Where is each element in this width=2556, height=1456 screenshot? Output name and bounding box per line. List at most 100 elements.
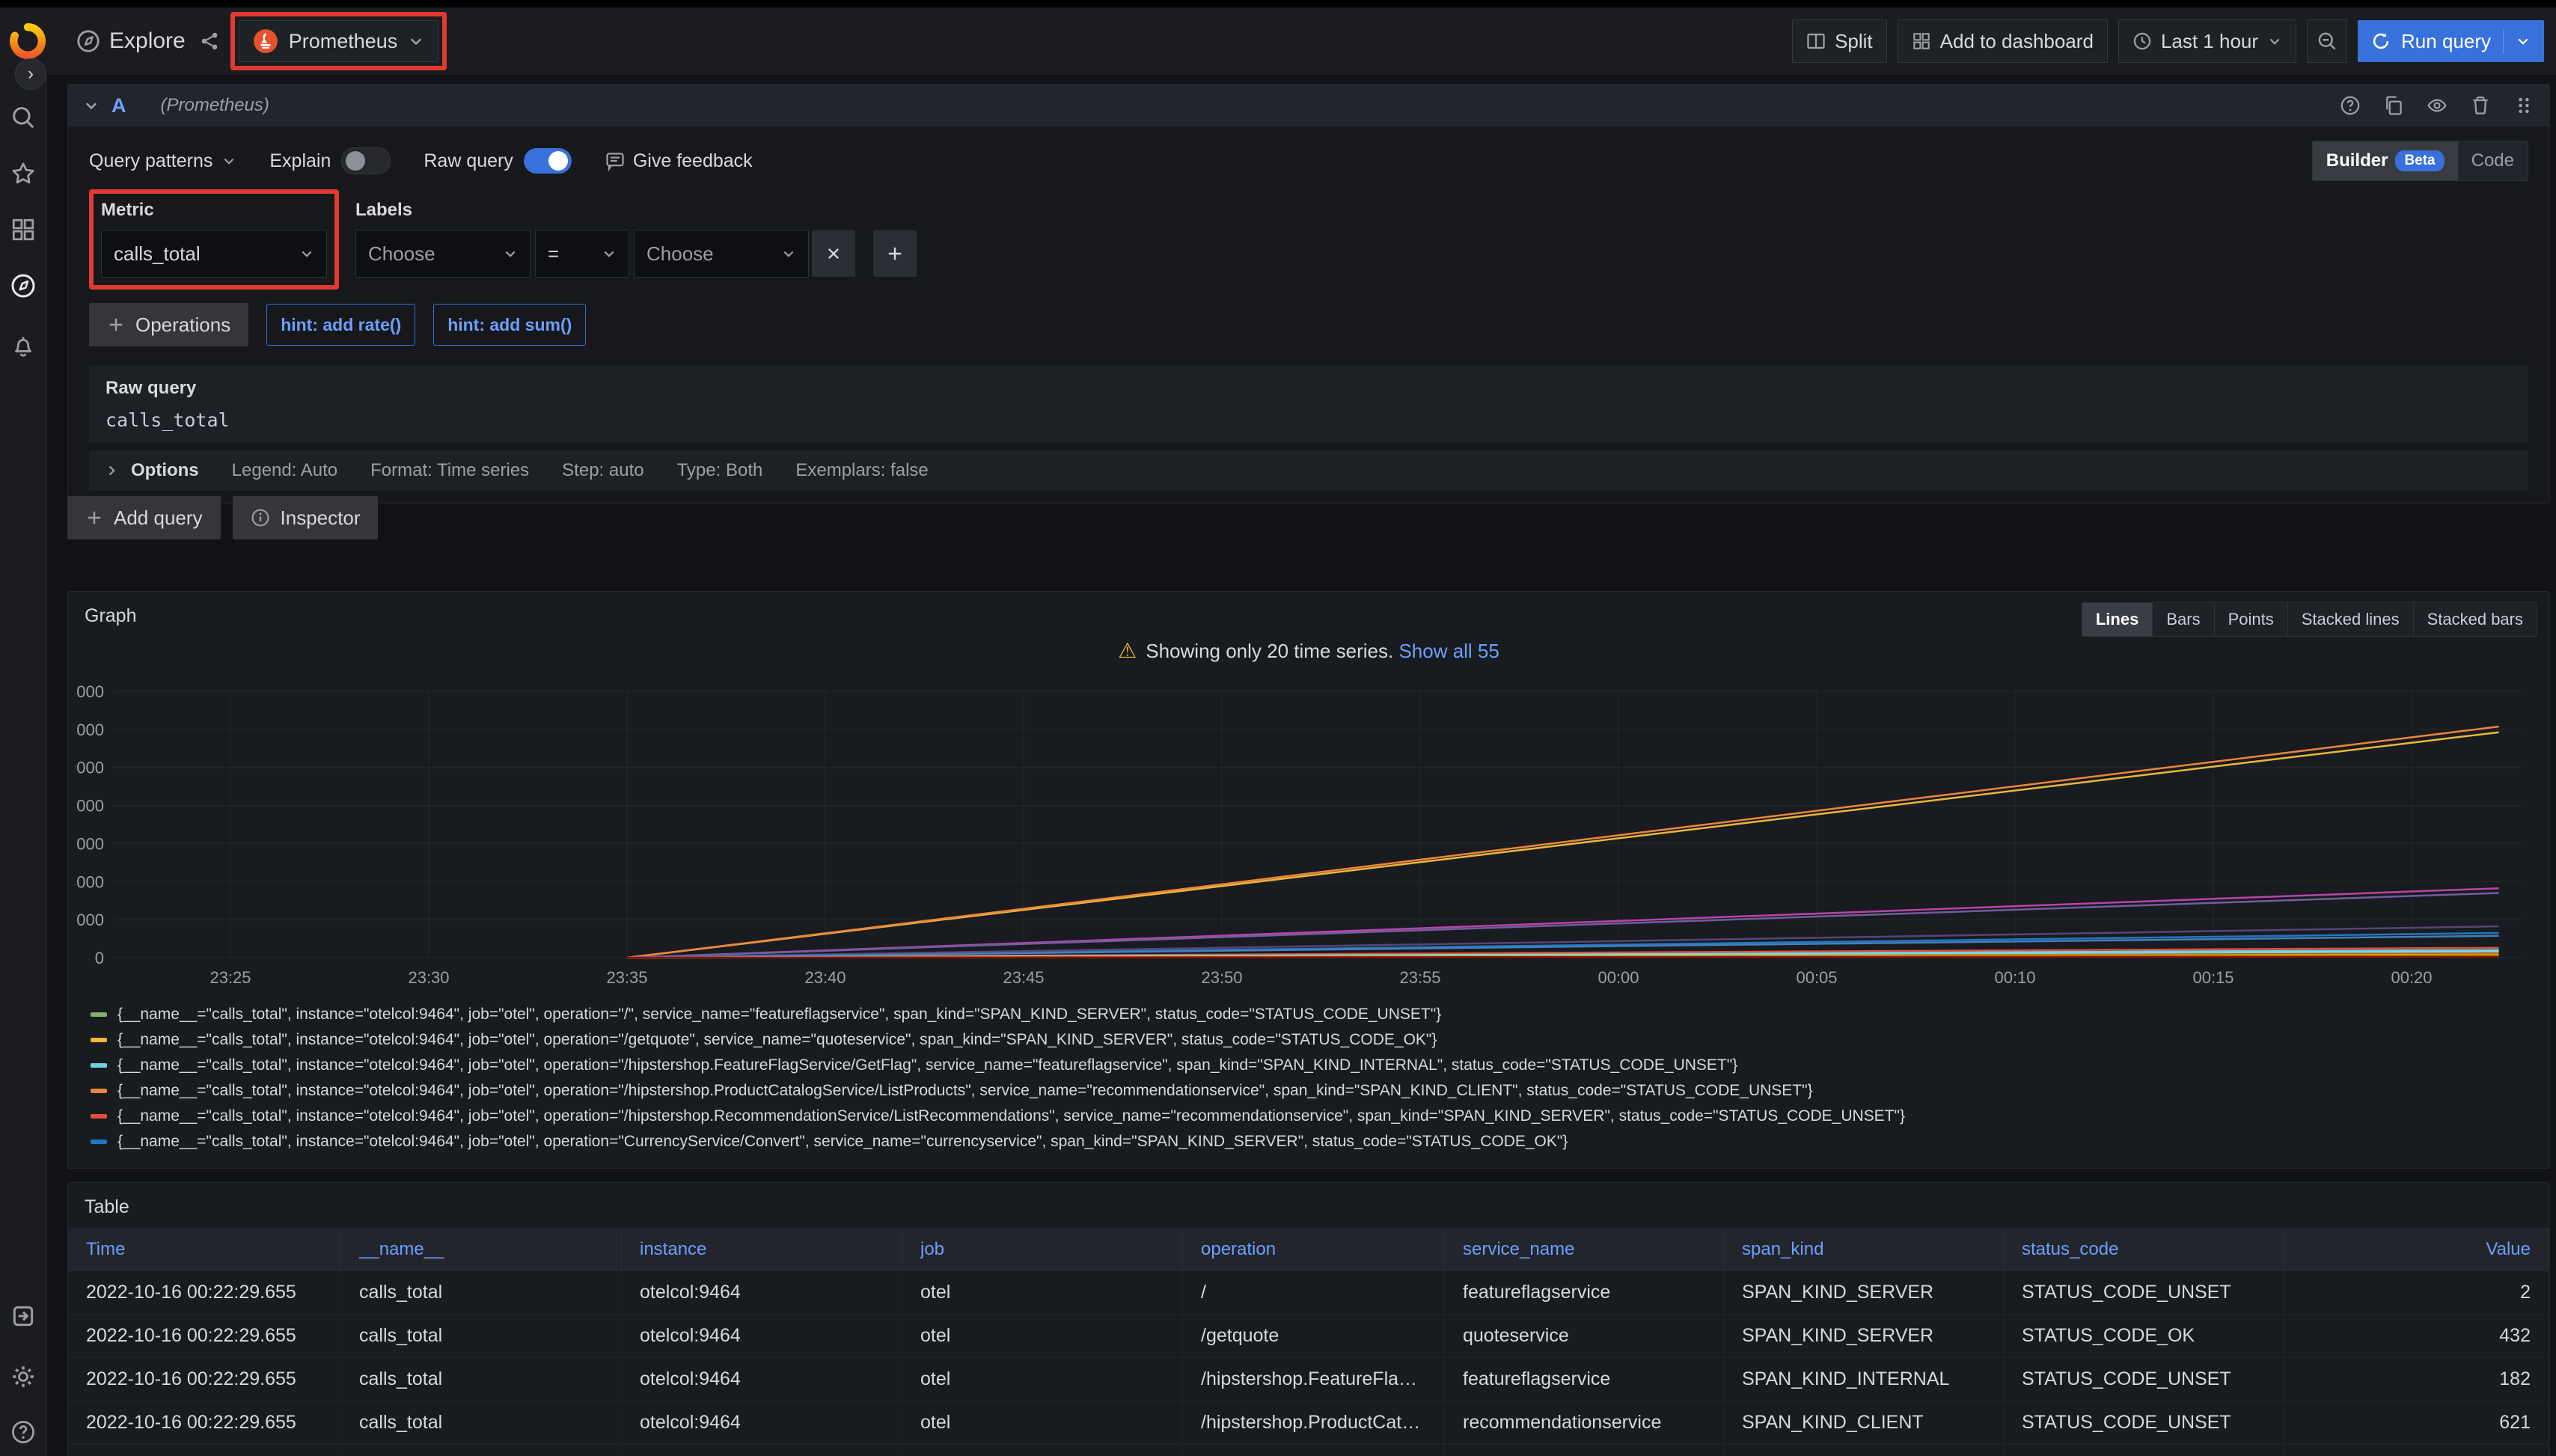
legend-item[interactable]: {__name__="calls_total", instance="otelc… xyxy=(91,1104,2534,1129)
label-operator-select[interactable]: = xyxy=(535,230,629,278)
settings-gear-icon[interactable] xyxy=(10,1364,36,1389)
column-header-value[interactable]: Value xyxy=(2284,1228,2549,1271)
series-limit-warning: ⚠Showing only 20 time series. Show all 5… xyxy=(68,638,2549,663)
legend-item[interactable]: {__name__="calls_total", instance="otelc… xyxy=(91,1027,2534,1053)
builder-mode-tab[interactable]: Builder Beta xyxy=(2313,141,2458,180)
query-row-header[interactable]: A (Prometheus) xyxy=(68,85,2549,126)
metric-labels-row: Metric calls_total Labels Choose xyxy=(89,189,2528,290)
column-header-statuscode[interactable]: status_code xyxy=(2004,1228,2284,1271)
query-option-item: Step: auto xyxy=(562,460,643,481)
editor-mode-switch: Builder Beta Code xyxy=(2312,141,2528,181)
remove-label-filter-button[interactable] xyxy=(812,230,855,277)
explore-icon[interactable] xyxy=(10,273,36,299)
sidebar-expand-button[interactable]: › xyxy=(15,58,46,90)
graph-mode-lines[interactable]: Lines xyxy=(2082,603,2153,636)
hint-add-rate-button[interactable]: hint: add rate() xyxy=(266,304,415,346)
code-mode-tab[interactable]: Code xyxy=(2458,141,2528,180)
starred-icon[interactable] xyxy=(10,161,36,186)
datasource-picker[interactable]: Prometheus xyxy=(239,20,439,62)
table-cell: 2 xyxy=(2284,1271,2549,1314)
alerting-bell-icon[interactable] xyxy=(10,333,36,358)
zoom-out-icon xyxy=(2317,31,2338,52)
inspector-button[interactable]: Inspector xyxy=(233,496,379,539)
query-patterns-dropdown[interactable]: Query patterns xyxy=(89,150,236,172)
raw-query-label: Raw query xyxy=(106,378,2512,399)
add-operation-button[interactable]: Operations xyxy=(89,303,248,346)
chevron-down-icon[interactable] xyxy=(2516,34,2531,49)
graph-mode-stacked-bars[interactable]: Stacked bars xyxy=(2414,603,2537,636)
time-range-picker[interactable]: Last 1 hour xyxy=(2118,19,2296,63)
table-cell: /hipstershop.ProductCatalogS… xyxy=(1183,1401,1445,1444)
column-header-operation[interactable]: operation xyxy=(1183,1228,1445,1271)
table-row: 2022-10-16 00:22:29.655calls_totalotelco… xyxy=(68,1358,2549,1401)
dashboards-icon[interactable] xyxy=(10,217,36,242)
dashboard-grid-icon xyxy=(1912,31,1931,51)
column-header-time[interactable]: Time xyxy=(68,1228,341,1271)
add-query-button[interactable]: Add query xyxy=(67,496,221,539)
table-cell: SPAN_KIND_SERVER xyxy=(1724,1315,2004,1357)
options-expand[interactable]: Options xyxy=(104,460,199,481)
add-label-filter-button[interactable] xyxy=(873,230,917,277)
hint-add-sum-button[interactable]: hint: add sum() xyxy=(433,304,586,346)
table-row: 2022-10-16 00:22:29.655calls_totalotelco… xyxy=(68,1401,2549,1445)
add-to-dashboard-label: Add to dashboard xyxy=(1940,30,2094,53)
column-header-instance[interactable]: instance xyxy=(622,1228,902,1271)
table-cell: 182 xyxy=(2284,1358,2549,1401)
drag-handle-icon[interactable] xyxy=(2513,95,2534,116)
table-body: 2022-10-16 00:22:29.655calls_totalotelco… xyxy=(68,1271,2549,1456)
grafana-logo-icon[interactable] xyxy=(9,22,46,60)
graph-mode-points[interactable]: Points xyxy=(2215,603,2288,636)
hide-response-eye-icon[interactable] xyxy=(2427,95,2448,116)
split-label: Split xyxy=(1835,30,1873,53)
remove-query-trash-icon[interactable] xyxy=(2470,95,2491,116)
split-button[interactable]: Split xyxy=(1792,19,1887,63)
legend-swatch xyxy=(91,1089,107,1093)
table-cell: otel xyxy=(902,1271,1183,1314)
raw-query-preview: Raw query calls_total xyxy=(89,366,2528,443)
legend-item[interactable]: {__name__="calls_total", instance="otelc… xyxy=(91,1053,2534,1078)
time-range-label: Last 1 hour xyxy=(2161,30,2258,53)
query-editor-body: Query patterns Explain Raw query xyxy=(68,126,2549,503)
query-option-item: Exemplars: false xyxy=(795,460,928,481)
chevron-down-icon xyxy=(503,246,518,261)
clock-icon xyxy=(2132,31,2152,51)
show-all-series-link[interactable]: Show all 55 xyxy=(1398,640,1499,662)
chevron-right-icon xyxy=(104,463,119,478)
metric-value: calls_total xyxy=(114,242,201,266)
legend-item[interactable]: {__name__="calls_total", instance="otelc… xyxy=(91,1078,2534,1104)
column-header-job[interactable]: job xyxy=(902,1228,1183,1271)
legend-item[interactable]: {__name__="calls_total", instance="otelc… xyxy=(91,1002,2534,1027)
raw-query-toggle[interactable] xyxy=(524,148,572,174)
collapse-chevron-icon[interactable] xyxy=(83,97,100,114)
table-cell: otel xyxy=(902,1401,1183,1444)
label-value-select[interactable]: Choose xyxy=(634,230,809,278)
add-to-dashboard-button[interactable]: Add to dashboard xyxy=(1898,19,2108,63)
label-key-placeholder: Choose xyxy=(368,242,435,266)
table-cell: calls_total xyxy=(341,1271,622,1314)
graph-mode-bars[interactable]: Bars xyxy=(2153,603,2214,636)
svg-text:00:10: 00:10 xyxy=(1994,968,2035,987)
query-help-icon[interactable] xyxy=(2340,95,2361,116)
share-icon[interactable] xyxy=(199,31,220,52)
table-cell: SPAN_KIND_SERVER xyxy=(1724,1271,2004,1314)
search-icon[interactable] xyxy=(10,105,36,130)
table-cell: 2022-10-16 00:22:29.655 xyxy=(68,1315,341,1357)
graph-panel-title: Graph xyxy=(85,605,136,627)
legend-item[interactable]: {__name__="calls_total", instance="otelc… xyxy=(91,1129,2534,1154)
sign-in-icon[interactable] xyxy=(10,1303,36,1329)
column-header-servicename[interactable]: service_name xyxy=(1445,1228,1724,1271)
column-header-spankind[interactable]: span_kind xyxy=(1724,1228,2004,1271)
give-feedback-link[interactable]: Give feedback xyxy=(605,150,753,172)
explain-toggle[interactable] xyxy=(341,147,391,174)
duplicate-query-icon[interactable] xyxy=(2383,95,2404,116)
query-editor-card: A (Prometheus) xyxy=(67,84,2550,504)
run-query-button[interactable]: Run query xyxy=(2358,20,2544,62)
graph-canvas[interactable]: 0200040006000800010000120001400023:2523:… xyxy=(76,678,2542,1000)
zoom-out-time-button[interactable] xyxy=(2307,19,2347,63)
column-header-name[interactable]: __name__ xyxy=(341,1228,622,1271)
explain-label: Explain xyxy=(269,150,331,172)
label-key-select[interactable]: Choose xyxy=(355,230,531,278)
metric-select[interactable]: calls_total xyxy=(101,230,327,278)
help-icon[interactable] xyxy=(10,1419,36,1445)
graph-mode-stacked-lines[interactable]: Stacked lines xyxy=(2288,603,2414,636)
